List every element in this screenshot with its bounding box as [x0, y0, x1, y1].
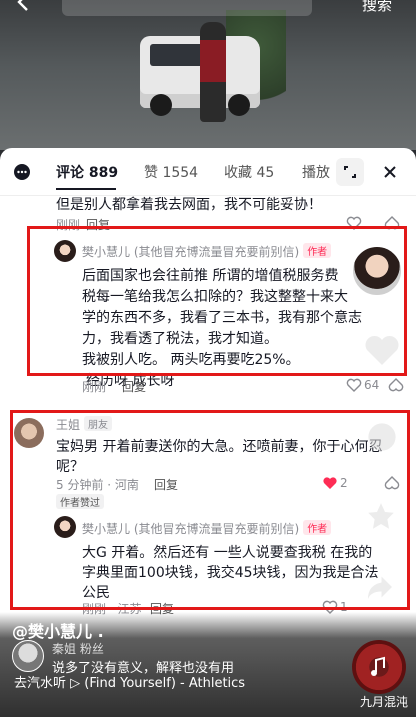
expand-button[interactable] [336, 158, 364, 186]
active-tab-indicator [56, 188, 116, 190]
like-count: 2 [340, 476, 348, 490]
car-wheel [228, 94, 250, 116]
comment-line: 宝妈男 开着前妻送你的大急。还喷前妻，你于心何忍 [56, 439, 383, 455]
liked-heart-icon[interactable] [322, 476, 338, 490]
reply-button[interactable]: 回复 [122, 378, 146, 395]
back-arrow-icon[interactable] [14, 0, 34, 12]
comment-author[interactable]: 樊小慧儿 (其他冒充博流量冒充要前别信) 作者 [82, 520, 332, 537]
comment-line: 字典里面100块钱，我交45块钱，因为我是合法 [82, 565, 379, 581]
video-favorite-icon[interactable] [364, 500, 398, 532]
comment-text: 但是别人都拿着我去网面，我不可能妥协！ [56, 197, 322, 213]
comment-line: 我被别人吃。 两头吃再要吃25%。 [82, 352, 300, 368]
dislike-icon[interactable] [384, 216, 400, 230]
watermark: 九月混沌 [359, 695, 408, 709]
comment-time: 刚刚 [56, 218, 81, 232]
comment-time: 5 分钟前 · 河南 [56, 478, 139, 492]
author-badge: 作者 [303, 520, 332, 535]
tab-favorites[interactable]: 收藏 45 [224, 162, 274, 182]
dislike-icon[interactable] [384, 476, 400, 490]
comment-line: 后面国家也会往前推 所谓的增值税服务费 [82, 268, 339, 284]
friend-badge: 朋友 [84, 416, 113, 431]
search-button[interactable]: 搜索 [362, 0, 392, 15]
like-count: 64 [364, 378, 380, 392]
comment-line: 公民 [82, 585, 110, 601]
reply-button[interactable]: 回复 [154, 476, 178, 493]
tab-likes[interactable]: 赞 1554 [144, 162, 198, 182]
comment-line: 学的东西不多，我看了三本书，我有那个意志 [82, 310, 362, 326]
comment-bubble-icon [14, 164, 30, 180]
commenter-name[interactable]: 秦姐 粉丝 [52, 640, 104, 657]
author-name[interactable]: 樊小慧儿 (其他冒充博流量冒充要前别信) [82, 245, 299, 259]
author-liked-tag: 作者赞过 [56, 494, 104, 509]
car-wheel [150, 94, 172, 116]
comment-line: 呢？ [56, 459, 84, 475]
author-name[interactable]: 王姐 [56, 418, 80, 432]
dislike-icon[interactable] [388, 378, 404, 392]
music-disc[interactable] [352, 640, 406, 694]
search-input[interactable] [62, 0, 312, 16]
music-note-icon [371, 656, 385, 676]
comment-author[interactable]: 王姐 朋友 [56, 416, 113, 433]
close-icon [384, 166, 396, 178]
music-link[interactable]: 去汽水听 ▷ (Find Yourself) - Athletics [14, 672, 245, 691]
comment-author[interactable]: 樊小慧儿 (其他冒充博流量冒充要前别信) 作者 [82, 243, 332, 260]
author-name[interactable]: 樊小慧儿 (其他冒充博流量冒充要前别信) [82, 522, 299, 536]
commenter-avatar[interactable] [12, 640, 44, 672]
comment-line: 税每一笔给我怎么扣除的？我这整整十来大 [82, 289, 348, 305]
like-heart-icon[interactable] [346, 378, 362, 392]
tab-comments[interactable]: 评论 889 [56, 162, 118, 182]
creator-handle[interactable]: @樊小慧儿 . [12, 618, 104, 642]
video-like-icon[interactable] [362, 332, 402, 368]
video-share-icon[interactable] [364, 572, 396, 602]
avatar[interactable] [54, 516, 76, 538]
person-image [200, 22, 226, 122]
author-badge: 作者 [303, 243, 332, 258]
comment-line: 大G 开着。然后还有 一些人说要查我税 在我的 [82, 545, 373, 561]
video-frame[interactable] [0, 0, 416, 150]
like-heart-icon[interactable] [346, 216, 362, 230]
avatar[interactable] [54, 240, 76, 262]
comment-tabs: 评论 889 赞 1554 收藏 45 播放 [0, 148, 416, 196]
tab-plays[interactable]: 播放 [302, 162, 330, 182]
reply-button[interactable]: 回复 [86, 216, 110, 233]
comment-line: 力，我看透了税法，我才知道。 [82, 331, 278, 347]
comment-time: 刚刚 [82, 380, 107, 394]
avatar[interactable] [14, 418, 44, 448]
close-button[interactable] [376, 158, 404, 186]
video-comment-icon[interactable] [364, 420, 400, 454]
floating-author-avatar[interactable] [350, 244, 404, 298]
expand-icon [344, 166, 356, 178]
